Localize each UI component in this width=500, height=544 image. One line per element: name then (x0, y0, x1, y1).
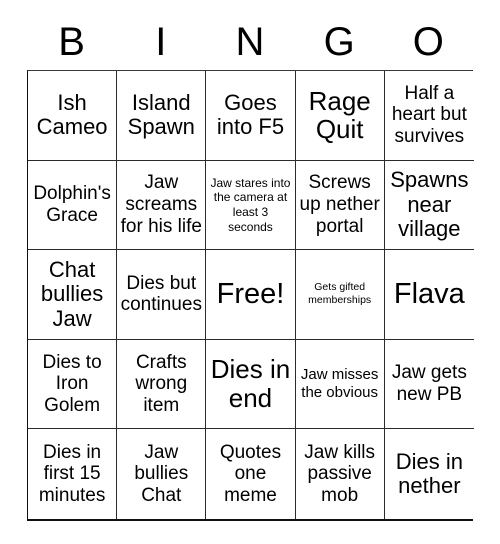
bingo-cell[interactable]: Jaw bullies Chat (117, 429, 207, 519)
bingo-cell-label: Dies in end (210, 354, 291, 414)
bingo-cell[interactable]: Dies in end (206, 339, 296, 430)
bingo-cell[interactable]: Spawns near village (384, 160, 474, 251)
bingo-header-letter-g: G (323, 20, 355, 64)
bingo-cell[interactable]: Screws up nether portal (295, 160, 385, 251)
bingo-cell[interactable]: Flava (384, 250, 474, 340)
bingo-cell[interactable]: Dies to Iron Golem (28, 339, 118, 430)
bingo-cell-label: Jaw stares into the camera at least 3 se… (210, 175, 291, 234)
bingo-cell[interactable]: Jaw screams for his life (117, 160, 207, 251)
bingo-cell-label: Flava (393, 277, 465, 310)
bingo-cell[interactable]: Rage Quit (295, 71, 385, 161)
bingo-header-letter-i: I (155, 20, 167, 64)
bingo-cell-label: Ish Cameo (36, 89, 108, 140)
bingo-cell-label: Crafts wrong item (135, 351, 188, 416)
bingo-cell-label: Chat bullies Jaw (40, 256, 104, 331)
bingo-cell[interactable]: Dies but continues (117, 250, 207, 340)
bingo-cell-label: Gets gifted memberships (308, 281, 372, 307)
bingo-cell[interactable]: Jaw stares into the camera at least 3 se… (206, 160, 296, 251)
bingo-cell-label: Jaw bullies Chat (134, 441, 189, 506)
bingo-cell[interactable]: Dies in nether (384, 429, 474, 519)
bingo-cell-label: Free! (216, 277, 285, 310)
bingo-cell[interactable]: Gets gifted memberships (295, 250, 385, 340)
bingo-cell[interactable]: Jaw misses the obvious (295, 339, 385, 430)
bingo-cell-label: Rage Quit (308, 85, 371, 145)
bingo-cell[interactable]: Dies in first 15 minutes (28, 429, 118, 519)
bingo-cell[interactable]: Jaw gets new PB (384, 339, 474, 430)
bingo-header-letter-b: B (58, 20, 85, 64)
bingo-grid: Ish Cameo Island Spawn Goes into F5 Rage Qu… (27, 70, 474, 521)
bingo-cell-label: Jaw gets new PB (391, 362, 467, 406)
bingo-cell[interactable]: Jaw kills passive mob (295, 429, 385, 519)
bingo-cell[interactable]: Chat bullies Jaw (28, 250, 118, 340)
bingo-cell-label: Dolphin's Grace (33, 183, 111, 226)
bingo-cell-label: Half a heart but survives (391, 82, 467, 148)
bingo-card: B I N G O Ish Cameo Island Spawn Goes into… (27, 14, 474, 521)
bingo-cell-label: Goes into F5 (216, 89, 285, 140)
bingo-cell-label: Spawns near village (390, 166, 469, 242)
bingo-cell-label: Dies to Iron Golem (42, 351, 102, 416)
bingo-header-letter-n: N (235, 20, 265, 64)
bingo-cell[interactable]: Crafts wrong item (117, 339, 207, 430)
bingo-cell[interactable]: Goes into F5 (206, 71, 296, 161)
bingo-cell-label: Jaw misses the obvious (300, 366, 379, 402)
bingo-cell-label: Dies in nether (395, 448, 463, 499)
bingo-cell-label: Screws up nether portal (299, 172, 380, 237)
bingo-cell[interactable]: Quotes one meme (206, 429, 296, 519)
bingo-cell-label: Quotes one meme (219, 441, 282, 506)
bingo-cell[interactable]: Half a heart but survives (384, 71, 474, 161)
bingo-header-row: B I N G O (27, 14, 473, 70)
bingo-cell-label: Island Spawn (127, 89, 195, 140)
bingo-cell[interactable]: Island Spawn (117, 71, 207, 161)
bingo-cell[interactable]: Dolphin's Grace (28, 160, 118, 251)
bingo-cell-label: Jaw screams for his life (120, 172, 202, 237)
bingo-cell-free-space[interactable]: Free! (206, 250, 296, 340)
bingo-header-letter-o: O (412, 20, 444, 64)
bingo-cell[interactable]: Ish Cameo (28, 71, 118, 161)
bingo-cell-label: Dies but continues (120, 272, 202, 316)
bingo-cell-label: Dies in first 15 minutes (38, 441, 106, 506)
bingo-cell-label: Jaw kills passive mob (304, 441, 376, 506)
